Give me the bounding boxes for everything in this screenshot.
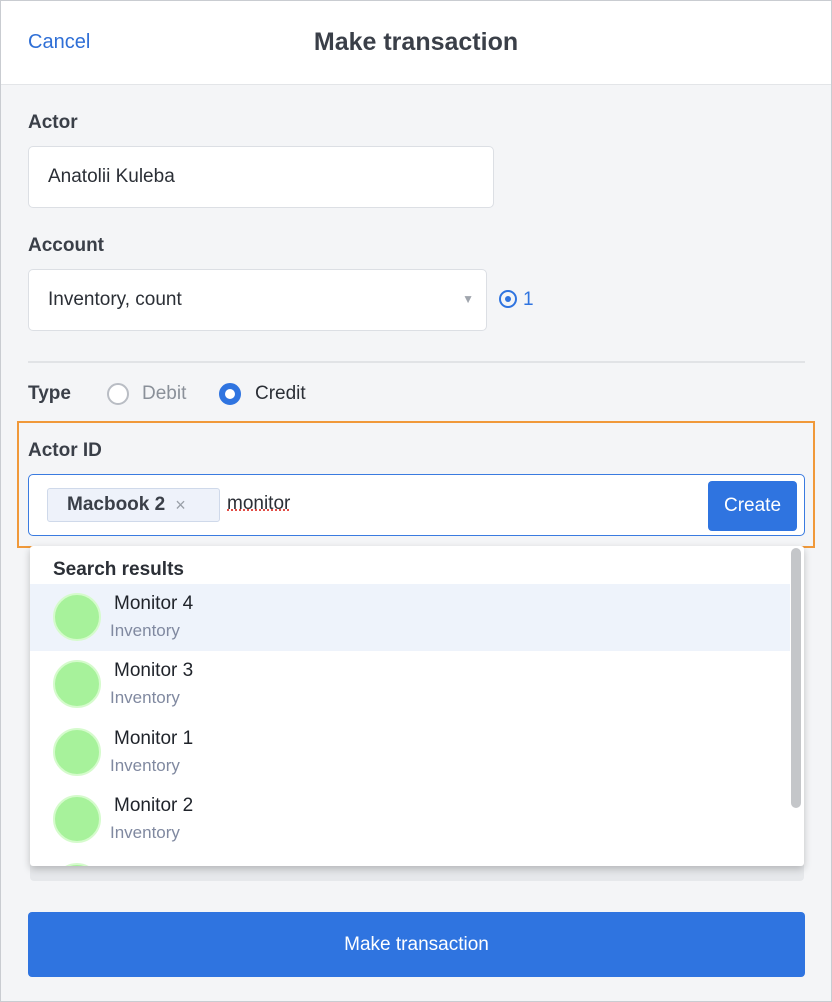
create-button[interactable]: Create [708,481,797,531]
make-transaction-button[interactable]: Make transaction [28,912,805,977]
result-name: Monitor 3 [114,660,194,681]
credit-label[interactable]: Credit [255,383,306,405]
avatar [53,593,101,641]
actor-label: Actor [28,112,78,133]
result-category: Inventory [110,621,180,640]
divider [28,361,805,363]
radio-debit[interactable] [107,383,129,405]
result-category: Inventory [110,688,180,707]
target-icon [499,290,517,308]
result-name: Monitor 4 [114,593,194,614]
header: Cancel Make transaction [1,1,831,85]
type-label: Type [28,383,71,404]
debit-label[interactable]: Debit [142,383,186,405]
list-item[interactable]: Monitor 2 Inventory [30,786,790,853]
avatar [53,660,101,708]
account-label: Account [28,235,104,256]
list-item[interactable]: Monitor 4 Inventory [30,584,790,651]
result-name: Monitor 2 [114,795,194,816]
chip-label: Macbook 2 [67,494,166,515]
chevron-down-icon: ▼ [462,292,474,306]
actor-id-label: Actor ID [28,440,102,461]
scrollbar[interactable] [791,548,801,808]
account-select[interactable]: Inventory, count ▼ [28,269,487,331]
account-select-value: Inventory, count [48,289,182,310]
search-results-dropdown: Search results Monitor 4 Inventory Monit… [30,546,804,866]
result-category: Inventory [110,756,180,775]
selected-chip: Macbook 2 × [47,488,220,522]
account-count: 1 [523,289,534,310]
list-item[interactable]: Monitor 1 Inventory [30,719,790,786]
search-results-heading: Search results [53,559,184,580]
avatar [53,863,101,866]
avatar [53,728,101,776]
result-category: Inventory [110,823,180,842]
radio-credit[interactable] [219,383,241,405]
result-name: Monitor 1 [114,728,194,749]
page-title: Make transaction [313,28,519,56]
close-icon[interactable]: × [175,495,186,516]
avatar [53,795,101,843]
actor-input[interactable]: Anatolii Kuleba [28,146,494,208]
list-item[interactable]: Monitor 3 Inventory [30,651,790,718]
actor-id-text[interactable]: monitor [227,493,290,515]
